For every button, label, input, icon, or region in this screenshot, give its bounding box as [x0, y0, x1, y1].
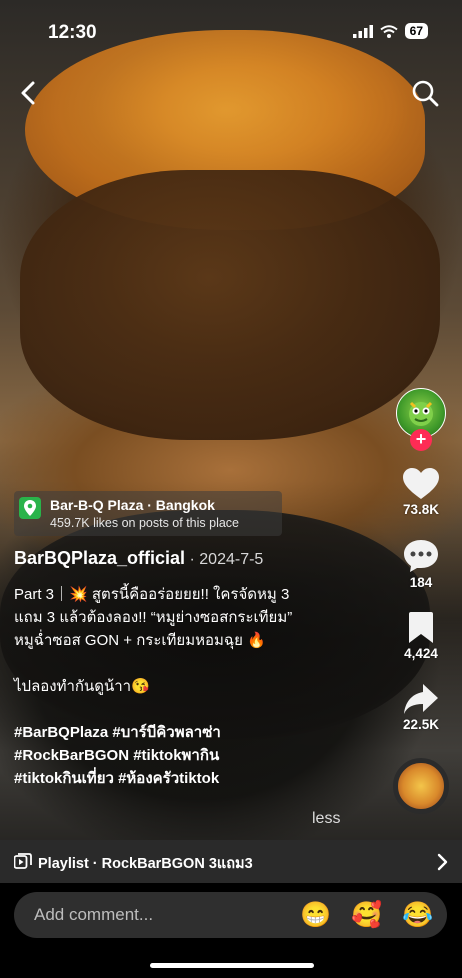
heart-icon [403, 468, 439, 499]
like-button[interactable]: 73.8K [403, 468, 439, 517]
hashtag-line[interactable]: #tiktokกินเที่ยว #ห้องครัวtiktok [14, 767, 360, 790]
video-image-meat [20, 170, 440, 440]
bookmark-icon [408, 612, 433, 643]
music-disc[interactable] [393, 758, 449, 814]
share-count: 22.5K [402, 717, 440, 732]
caption[interactable]: Part 3｜💥 สูตรนี้คืออร่อยยย!! ใครจัดหมู 3… [14, 583, 360, 790]
playlist-label: Playlist · RockBarBGON 3แถม3 [38, 856, 253, 872]
share-button[interactable]: 22.5K [403, 683, 439, 732]
chevron-right-icon[interactable] [436, 853, 448, 871]
emoji-grin-button[interactable]: 😁 [300, 901, 331, 929]
less-button[interactable]: less [312, 810, 340, 828]
back-icon[interactable] [14, 78, 44, 108]
signal-icon [352, 24, 373, 38]
creator-avatar-wrap[interactable]: + [396, 388, 446, 451]
playlist-icon [14, 853, 32, 869]
save-count: 4,424 [404, 646, 438, 661]
comment-button[interactable]: 184 [403, 539, 439, 590]
save-button[interactable]: 4,424 [404, 612, 438, 661]
dragon-mascot-icon [409, 401, 433, 426]
status-icons: 67 [352, 23, 428, 39]
location-pin-icon [19, 497, 41, 519]
status-time: 12:30 [48, 22, 97, 43]
author-name[interactable]: BarBQPlaza_official [14, 548, 185, 568]
like-count: 73.8K [402, 502, 440, 517]
video-screen[interactable]: 12:30 67 + 73.8K 184 4,424 22.5K Bar-B-Q… [0, 0, 462, 978]
playlist-bar[interactable]: Playlist · RockBarBGON 3แถม3 [0, 840, 462, 883]
caption-line: หมูฉ่ำซอส GON + กระเทียมหอมฉุย 🔥 [14, 632, 266, 649]
hashtag-line[interactable]: #BarBQPlaza #บาร์บีคิวพลาซ่า [14, 721, 360, 744]
location-title: Bar-B-Q Plaza · Bangkok [50, 497, 215, 513]
caption-line: Part 3｜💥 สูตรนี้คืออร่อยยย!! ใครจัดหมู 3 [14, 586, 290, 603]
comment-input[interactable]: Add comment... 😁 🥰 😂 [14, 892, 447, 938]
battery-indicator: 67 [404, 23, 428, 39]
follow-button[interactable]: + [410, 429, 432, 451]
author-line: BarBQPlaza_official · 2024-7-5 [14, 548, 263, 569]
home-indicator [150, 963, 314, 968]
share-icon [404, 684, 438, 714]
comment-icon [404, 540, 438, 572]
comment-placeholder: Add comment... [34, 905, 154, 924]
bottom-bar: Add comment... 😁 🥰 😂 [0, 883, 462, 978]
emoji-love-button[interactable]: 🥰 [351, 901, 382, 929]
comment-count: 184 [409, 575, 433, 590]
location-tag[interactable]: Bar-B-Q Plaza · Bangkok 459.7K likes on … [14, 491, 282, 536]
location-subtitle: 459.7K likes on posts of this place [50, 516, 240, 530]
caption-line: ไปลองทำกันดูน้าา😘 [14, 678, 150, 695]
caption-line: แถม 3 แล้วต้องลอง!! “หมูย่างซอสกระเทียม” [14, 609, 293, 626]
emoji-laugh-button[interactable]: 😂 [402, 901, 433, 929]
wifi-icon [380, 24, 398, 38]
hashtag-line[interactable]: #RockBarBGON #tiktokพากิน [14, 744, 360, 767]
post-date: · 2024-7-5 [185, 551, 264, 568]
search-icon[interactable] [410, 78, 440, 108]
action-rail: + 73.8K 184 4,424 22.5K [393, 388, 449, 814]
